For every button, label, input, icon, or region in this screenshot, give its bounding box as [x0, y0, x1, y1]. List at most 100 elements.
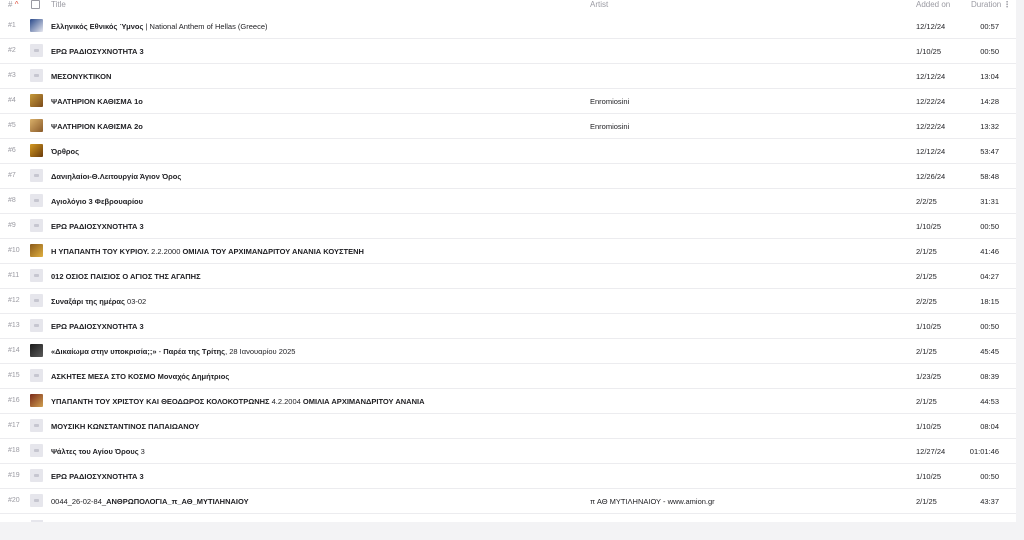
track-title[interactable]: 012 ΟΣΙΟΣ ΠΑΙΣΙΟΣ Ο ΑΓΙΟΣ ΤΗΣ ΑΓΑΠΗΣ — [51, 272, 201, 281]
track-title[interactable]: «Δικαίωμα στην υποκρισία;;» - Παρέα της … — [51, 347, 295, 356]
track-thumbnail[interactable] — [30, 244, 43, 257]
track-title[interactable]: Συναξάρι της ημέρας 03-02 — [51, 297, 146, 306]
track-title-part: Αγιολόγιο 3 Φεβρουαρίου — [51, 197, 143, 206]
table-row-partial — [0, 520, 1016, 522]
thumbnail-placeholder-icon[interactable] — [30, 369, 43, 382]
column-options-icon[interactable]: ⋮ — [1003, 0, 1011, 9]
track-title[interactable]: 0044_26-02-84_ΑΝΘΡΩΠΟΛΟΓΙΑ_π_ΑΘ_ΜΥΤΙΛΗΝΑ… — [51, 497, 249, 506]
thumbnail-placeholder-icon[interactable] — [30, 419, 43, 432]
track-title[interactable]: Ψάλτες του Αγίου Όρους 3 — [51, 447, 145, 456]
track-title-part: ΕΡΩ ΡΑΔΙΟΣΥΧΝΟΤΗΤΑ 3 — [51, 322, 144, 331]
track-title[interactable]: Ελληνικός Εθνικός Ύμνος | National Anthe… — [51, 22, 268, 31]
track-thumbnail[interactable] — [30, 119, 43, 132]
track-number: #17 — [8, 422, 20, 429]
table-row[interactable]: #1 Ελληνικός Εθνικός Ύμνος | National Ant… — [0, 14, 1016, 39]
track-title-part: «Δικαίωμα στην υποκρισία;;» — [51, 347, 157, 356]
artist-column-header[interactable]: Artist — [590, 0, 608, 9]
table-row[interactable]: #10 Η ΥΠΑΠΑΝΤΗ ΤΟΥ ΚΥΡΙΟΥ. 2.2.2000 ΟΜΙΛΙ… — [0, 239, 1016, 264]
track-title-part: ΕΡΩ ΡΑΔΙΟΣΥΧΝΟΤΗΤΑ 3 — [51, 47, 144, 56]
track-duration: 00:57 — [980, 22, 999, 31]
table-row[interactable]: #19 ΕΡΩ ΡΑΔΙΟΣΥΧΝΟΤΗΤΑ 3 1/10/25 00:50 — [0, 464, 1016, 489]
track-title[interactable]: ΕΡΩ ΡΑΔΙΟΣΥΧΝΟΤΗΤΑ 3 — [51, 222, 144, 231]
thumbnail-placeholder-icon[interactable] — [30, 444, 43, 457]
table-row[interactable]: #12 Συναξάρι της ημέρας 03-02 2/2/25 18:15 — [0, 289, 1016, 314]
track-thumbnail[interactable] — [30, 394, 43, 407]
sort-by-number-header[interactable]: # ^ — [8, 0, 18, 9]
track-artist[interactable]: π ΑΘ ΜΥΤΙΛΗΝΑΙΟΥ - www.amion.gr — [590, 497, 715, 506]
added-on-column-header[interactable]: Added on — [916, 0, 950, 9]
table-row[interactable]: #11 012 ΟΣΙΟΣ ΠΑΙΣΙΟΣ Ο ΑΓΙΟΣ ΤΗΣ ΑΓΑΠΗΣ 2… — [0, 264, 1016, 289]
track-duration: 04:27 — [980, 272, 999, 281]
thumbnail-placeholder-icon[interactable] — [30, 44, 43, 57]
duration-column-header[interactable]: Duration — [971, 0, 1001, 9]
track-thumbnail[interactable] — [30, 144, 43, 157]
track-title-part: ΑΝΘΡΩΠΟΛΟΓΙΑ_π_ΑΘ_ΜΥΤΙΛΗΝΑΙΟΥ — [106, 497, 249, 506]
track-title[interactable]: Όρθρος — [51, 147, 79, 156]
track-title[interactable]: ΨΑΛΤΗΡΙΟΝ ΚΑΘΙΣΜΑ 1ο — [51, 97, 143, 106]
track-duration: 08:39 — [980, 372, 999, 381]
table-row[interactable]: #17 ΜΟΥΣΙΚΗ ΚΩΝΣΤΑΝΤΙΝΟΣ ΠΑΠΑΙΩΑΝΟΥ 1/10/2… — [0, 414, 1016, 439]
track-title-part: Παρέα της Τρίτης — [163, 347, 226, 356]
added-date: 12/22/24 — [916, 97, 946, 106]
table-row[interactable]: #15 ΑΣΚΗΤΕΣ ΜΕΣΑ ΣΤΟ ΚΟΣΜΟ Μοναχός Δημήτρ… — [0, 364, 1016, 389]
track-title[interactable]: ΕΡΩ ΡΑΔΙΟΣΥΧΝΟΤΗΤΑ 3 — [51, 47, 144, 56]
track-title[interactable]: ΑΣΚΗΤΕΣ ΜΕΣΑ ΣΤΟ ΚΟΣΜΟ Μοναχός Δημήτριος — [51, 372, 229, 381]
table-row[interactable]: #6 Όρθρος 12/12/24 53:47 — [0, 139, 1016, 164]
track-number: #8 — [8, 197, 16, 204]
track-number: #1 — [8, 22, 16, 29]
thumbnail-placeholder-icon[interactable] — [30, 469, 43, 482]
table-row[interactable]: #4 ΨΑΛΤΗΡΙΟΝ ΚΑΘΙΣΜΑ 1ο Enromiosini 12/22/2… — [0, 89, 1016, 114]
table-row[interactable]: #18 Ψάλτες του Αγίου Όρους 3 12/27/24 01:01… — [0, 439, 1016, 464]
thumbnail-placeholder-icon[interactable] — [30, 494, 43, 507]
table-row[interactable]: #3 ΜΕΣΟΝΥΚΤΙΚΟΝ 12/12/24 13:04 — [0, 64, 1016, 89]
track-title-part: ΑΣΚΗΤΕΣ ΜΕΣΑ ΣΤΟ ΚΟΣΜΟ Μοναχός Δημήτριος — [51, 372, 230, 381]
track-number: #3 — [8, 72, 16, 79]
added-date: 1/10/25 — [916, 322, 942, 331]
track-title[interactable]: Αγιολόγιο 3 Φεβρουαρίου — [51, 197, 143, 206]
track-title[interactable]: ΜΕΣΟΝΥΚΤΙΚΟΝ — [51, 72, 111, 81]
track-title[interactable]: Δανιηλαίοι-Θ.Λειτουργία Άγιον Όρος — [51, 172, 181, 181]
scrollbar[interactable] — [1016, 0, 1024, 540]
track-title-part: Ψάλτες του Αγίου Όρους — [51, 447, 139, 456]
table-row[interactable]: #2 ΕΡΩ ΡΑΔΙΟΣΥΧΝΟΤΗΤΑ 3 1/10/25 00:50 — [0, 39, 1016, 64]
thumbnail-placeholder-icon[interactable] — [30, 169, 43, 182]
track-duration: 31:31 — [980, 197, 999, 206]
track-artist[interactable]: Enromiosini — [590, 97, 629, 106]
track-thumbnail[interactable] — [30, 19, 43, 32]
track-title[interactable]: ΜΟΥΣΙΚΗ ΚΩΝΣΤΑΝΤΙΝΟΣ ΠΑΠΑΙΩΑΝΟΥ — [51, 422, 199, 431]
table-row[interactable]: #5 ΨΑΛΤΗΡΙΟΝ ΚΑΘΙΣΜΑ 2ο Enromiosini 12/22/2… — [0, 114, 1016, 139]
added-date: 2/1/25 — [916, 272, 937, 281]
thumbnail-placeholder-icon[interactable] — [30, 294, 43, 307]
track-thumbnail[interactable] — [30, 94, 43, 107]
track-number: #11 — [8, 272, 20, 279]
thumbnail-placeholder-icon[interactable] — [30, 319, 43, 332]
table-row[interactable]: #8 Αγιολόγιο 3 Φεβρουαρίου 2/2/25 31:31 — [0, 189, 1016, 214]
track-number: #7 — [8, 172, 16, 179]
track-duration: 44:53 — [980, 397, 999, 406]
track-number: #19 — [8, 472, 20, 479]
track-title[interactable]: ΕΡΩ ΡΑΔΙΟΣΥΧΝΟΤΗΤΑ 3 — [51, 322, 144, 331]
table-row[interactable]: #16 ΥΠΑΠΑΝΤΗ ΤΟΥ ΧΡΙΣΤΟΥ ΚΑΙ ΘΕΟΔΩΡΟΣ ΚΟΛ… — [0, 389, 1016, 414]
track-title-part: Δανιηλαίοι-Θ.Λειτουργία Άγιον Όρος — [51, 172, 182, 181]
track-title[interactable]: Η ΥΠΑΠΑΝΤΗ ΤΟΥ ΚΥΡΙΟΥ. 2.2.2000 ΟΜΙΛΙΑ Τ… — [51, 247, 364, 256]
track-title[interactable]: ΕΡΩ ΡΑΔΙΟΣΥΧΝΟΤΗΤΑ 3 — [51, 472, 144, 481]
track-duration: 14:28 — [980, 97, 999, 106]
table-row[interactable]: #20 0044_26-02-84_ΑΝΘΡΩΠΟΛΟΓΙΑ_π_ΑΘ_ΜΥΤΙΛ… — [0, 489, 1016, 514]
table-row[interactable]: #7 Δανιηλαίοι-Θ.Λειτουργία Άγιον Όρος 12/2… — [0, 164, 1016, 189]
table-row[interactable]: #13 ΕΡΩ ΡΑΔΙΟΣΥΧΝΟΤΗΤΑ 3 1/10/25 00:50 — [0, 314, 1016, 339]
track-title-part: Όρθρος — [51, 147, 80, 156]
thumbnail-placeholder-icon[interactable] — [30, 219, 43, 232]
thumbnail-placeholder-icon[interactable] — [30, 194, 43, 207]
select-all-checkbox[interactable] — [31, 0, 40, 9]
track-title[interactable]: ΥΠΑΠΑΝΤΗ ΤΟΥ ΧΡΙΣΤΟΥ ΚΑΙ ΘΕΟΔΩΡΟΣ ΚΟΛΟΚΟ… — [51, 397, 425, 406]
thumbnail-placeholder-icon[interactable] — [30, 269, 43, 282]
track-title[interactable]: ΨΑΛΤΗΡΙΟΝ ΚΑΘΙΣΜΑ 2ο — [51, 122, 143, 131]
track-thumbnail[interactable] — [30, 344, 43, 357]
table-row[interactable]: #14 «Δικαίωμα στην υποκρισία;;» - Παρέα τ… — [0, 339, 1016, 364]
table-row[interactable]: #9 ΕΡΩ ΡΑΔΙΟΣΥΧΝΟΤΗΤΑ 3 1/10/25 00:50 — [0, 214, 1016, 239]
thumbnail-placeholder-icon[interactable] — [30, 69, 43, 82]
title-column-header[interactable]: Title — [51, 0, 66, 9]
added-date: 2/1/25 — [916, 247, 937, 256]
track-duration: 08:04 — [980, 422, 999, 431]
track-artist[interactable]: Enromiosini — [590, 122, 629, 131]
